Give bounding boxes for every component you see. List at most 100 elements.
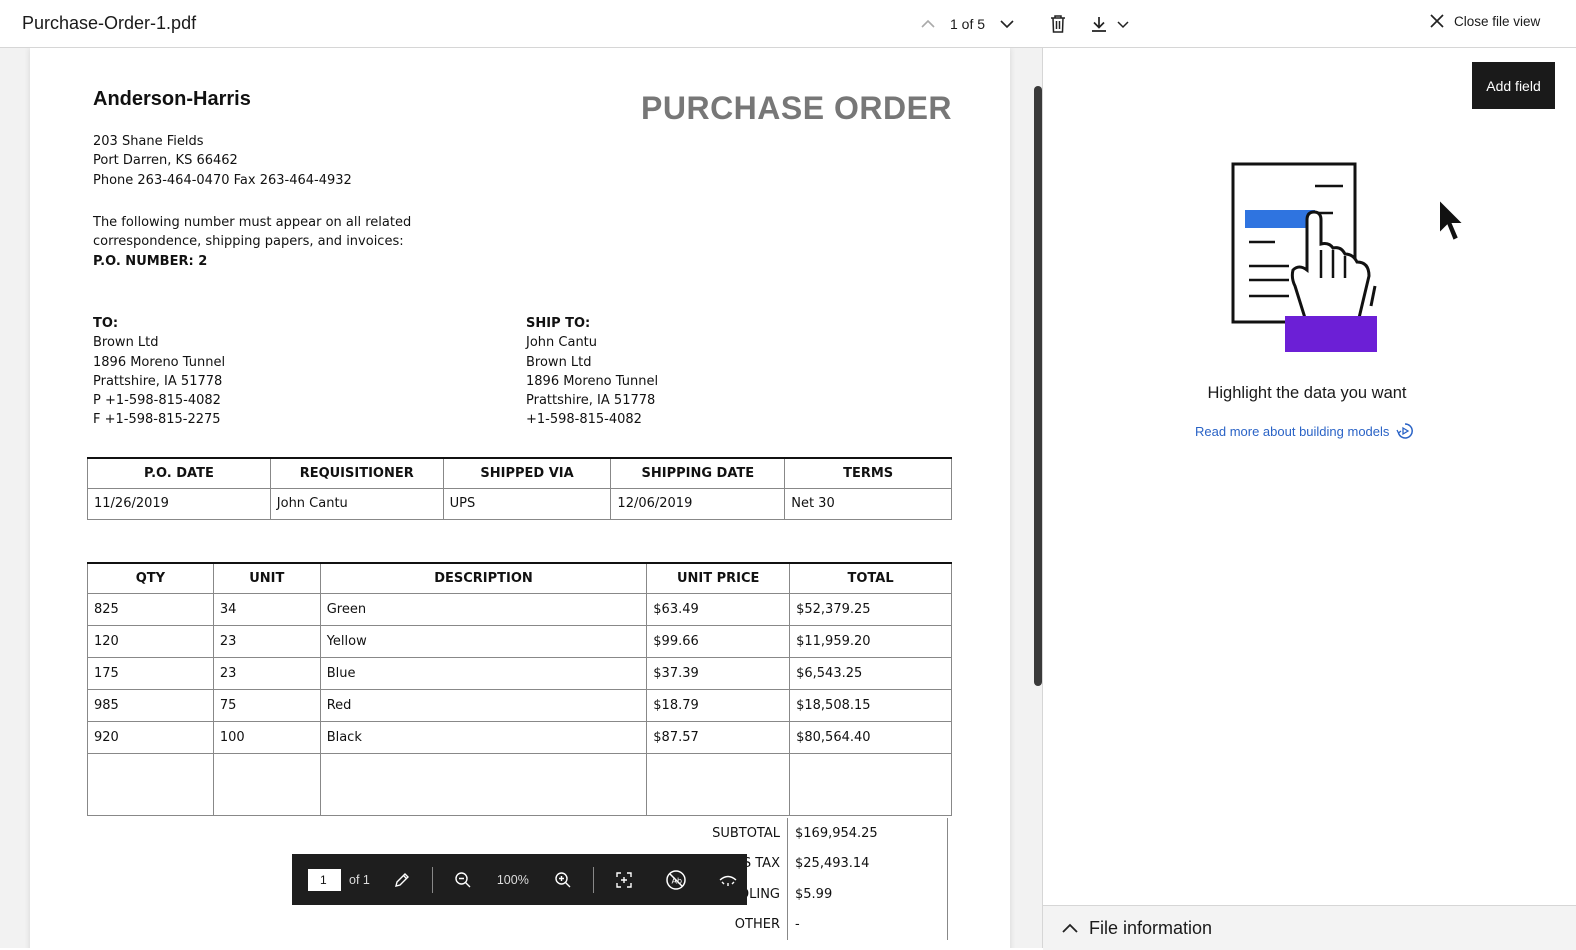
zoom-out-button[interactable] <box>451 868 475 892</box>
order-info-table: P.O. DATE REQUISITIONER SHIPPED VIA SHIP… <box>87 457 952 520</box>
total-value: $25,493.14 <box>787 848 948 879</box>
pdf-toolbar: of 1 100% Ab <box>292 854 747 905</box>
document-scrollbar[interactable] <box>1034 86 1042 686</box>
company-address: 203 Shane Fields Port Darren, KS 66462 P… <box>93 132 352 190</box>
table-cell: 75 <box>212 688 321 722</box>
add-field-button[interactable]: Add field <box>1472 62 1555 109</box>
page-number-input[interactable] <box>308 868 341 891</box>
table-cell: 34 <box>212 592 321 626</box>
ship-to-line: Brown Ltd <box>526 354 592 370</box>
table-row: 175 23 Blue $37.39 $6,543.25 <box>87 656 952 690</box>
document-hand-icon <box>1231 162 1377 352</box>
download-button[interactable] <box>1087 12 1111 36</box>
table-cell: $6,543.25 <box>789 656 952 690</box>
table-cell: 175 <box>87 656 214 690</box>
annotate-button[interactable] <box>390 868 414 892</box>
read-more-link[interactable]: Read more about building models <box>1195 423 1414 439</box>
total-label: OTHER <box>734 917 780 933</box>
table-cell: Black <box>319 720 648 754</box>
table-cell: $11,959.20 <box>789 624 952 658</box>
toolbar-divider <box>592 866 594 893</box>
notice-line: correspondence, shipping papers, and inv… <box>93 234 404 250</box>
document-viewer[interactable]: Anderson-Harris PURCHASE ORDER 203 Shane… <box>0 48 1042 948</box>
hide-highlights-button[interactable] <box>716 868 740 892</box>
highlight-illustration <box>1229 158 1389 363</box>
to-line: F +1-598-815-2275 <box>93 412 221 428</box>
notice-line: The following number must appear on all … <box>93 215 412 230</box>
to-line: Prattshire, IA 51778 <box>93 373 223 389</box>
table-cell: Yellow <box>319 624 648 658</box>
close-icon <box>1430 14 1444 28</box>
table-cell: 11/26/2019 <box>87 487 271 520</box>
table-cell: Blue <box>319 656 648 690</box>
table-cell: Net 30 <box>784 487 952 520</box>
table-cell: $18,508.15 <box>789 688 952 722</box>
toolbar-divider <box>431 866 433 893</box>
table-cell: 120 <box>87 624 214 658</box>
table-cell: $99.66 <box>646 624 791 658</box>
address-line: 203 Shane Fields <box>93 134 204 149</box>
previous-page-button[interactable] <box>916 12 940 36</box>
no-annotations-icon: Ab <box>666 869 686 890</box>
pencil-icon <box>394 872 409 887</box>
table-cell: 825 <box>87 592 214 626</box>
table-cell: UPS <box>442 487 612 520</box>
total-value: $5.99 <box>787 879 948 910</box>
chevron-down-icon <box>1117 20 1129 28</box>
table-cell: 920 <box>87 720 214 754</box>
po-notice: The following number must appear on all … <box>93 213 411 271</box>
table-cell: $18.79 <box>646 688 791 722</box>
column-header: P.O. DATE <box>87 457 271 489</box>
zoom-out-icon <box>455 871 471 887</box>
column-header: DESCRIPTION <box>319 562 648 594</box>
to-line: 1896 Moreno Tunnel <box>93 354 226 370</box>
zoom-level: 100% <box>496 872 529 887</box>
table-cell: $37.39 <box>646 656 791 690</box>
column-header: SHIPPED VIA <box>442 457 612 489</box>
table-cell: Red <box>319 688 648 722</box>
fit-page-button[interactable] <box>612 868 636 892</box>
top-bar: Purchase-Order-1.pdf 1 of 5 Close file v… <box>0 0 1576 48</box>
file-information-toggle[interactable]: File information <box>1043 905 1576 950</box>
file-information-label: File information <box>1089 917 1213 938</box>
column-header: UNIT <box>212 562 321 594</box>
totals-row: SUBTOTAL $169,954.25 <box>480 818 952 849</box>
ship-to-label: SHIP TO: <box>526 316 591 331</box>
next-page-button[interactable] <box>995 12 1019 36</box>
page-count-label: of 1 <box>349 872 370 887</box>
table-header-row: QTY UNIT DESCRIPTION UNIT PRICE TOTAL <box>87 562 952 594</box>
total-value: $169,954.25 <box>787 818 948 849</box>
table-cell: 100 <box>212 720 321 754</box>
column-header: UNIT PRICE <box>646 562 791 594</box>
table-row: 120 23 Yellow $99.66 $11,959.20 <box>87 624 952 658</box>
to-address: TO: Brown Ltd 1896 Moreno Tunnel Prattsh… <box>93 314 225 430</box>
zoom-in-button[interactable] <box>551 868 575 892</box>
table-header-row: P.O. DATE REQUISITIONER SHIPPED VIA SHIP… <box>87 457 952 489</box>
download-options-button[interactable] <box>1111 12 1135 36</box>
chevron-up-icon <box>921 19 935 28</box>
table-cell: $63.49 <box>646 592 791 626</box>
ship-to-address: SHIP TO: John Cantu Brown Ltd 1896 Moren… <box>526 314 658 430</box>
company-name: Anderson-Harris <box>93 88 251 110</box>
help-video-icon <box>1396 423 1414 439</box>
table-row-empty <box>87 752 952 816</box>
hide-annotations-button[interactable]: Ab <box>664 868 688 892</box>
pdf-page: Anderson-Harris PURCHASE ORDER 203 Shane… <box>30 48 1010 948</box>
close-file-view-label: Close file view <box>1454 13 1541 29</box>
table-row: 825 34 Green $63.49 $52,379.25 <box>87 592 952 626</box>
mouse-cursor-icon <box>1436 196 1468 251</box>
document-heading: PURCHASE ORDER <box>641 90 953 126</box>
line-items-table: QTY UNIT DESCRIPTION UNIT PRICE TOTAL 82… <box>87 562 952 816</box>
column-header: REQUISITIONER <box>269 457 444 489</box>
address-line: Phone 263-464-0470 Fax 263-464-4932 <box>93 172 352 188</box>
table-cell: 23 <box>212 656 321 690</box>
page-indicator: 1 of 5 <box>950 16 986 32</box>
file-name: Purchase-Order-1.pdf <box>22 13 197 33</box>
table-cell: 985 <box>87 688 214 722</box>
delete-button[interactable] <box>1046 12 1070 36</box>
column-header: QTY <box>87 562 214 594</box>
table-row: 985 75 Red $18.79 $18,508.15 <box>87 688 952 722</box>
eye-off-icon <box>719 875 737 886</box>
close-file-view-button[interactable]: Close file view <box>1428 12 1540 30</box>
ship-to-line: +1-598-815-4082 <box>526 412 642 428</box>
